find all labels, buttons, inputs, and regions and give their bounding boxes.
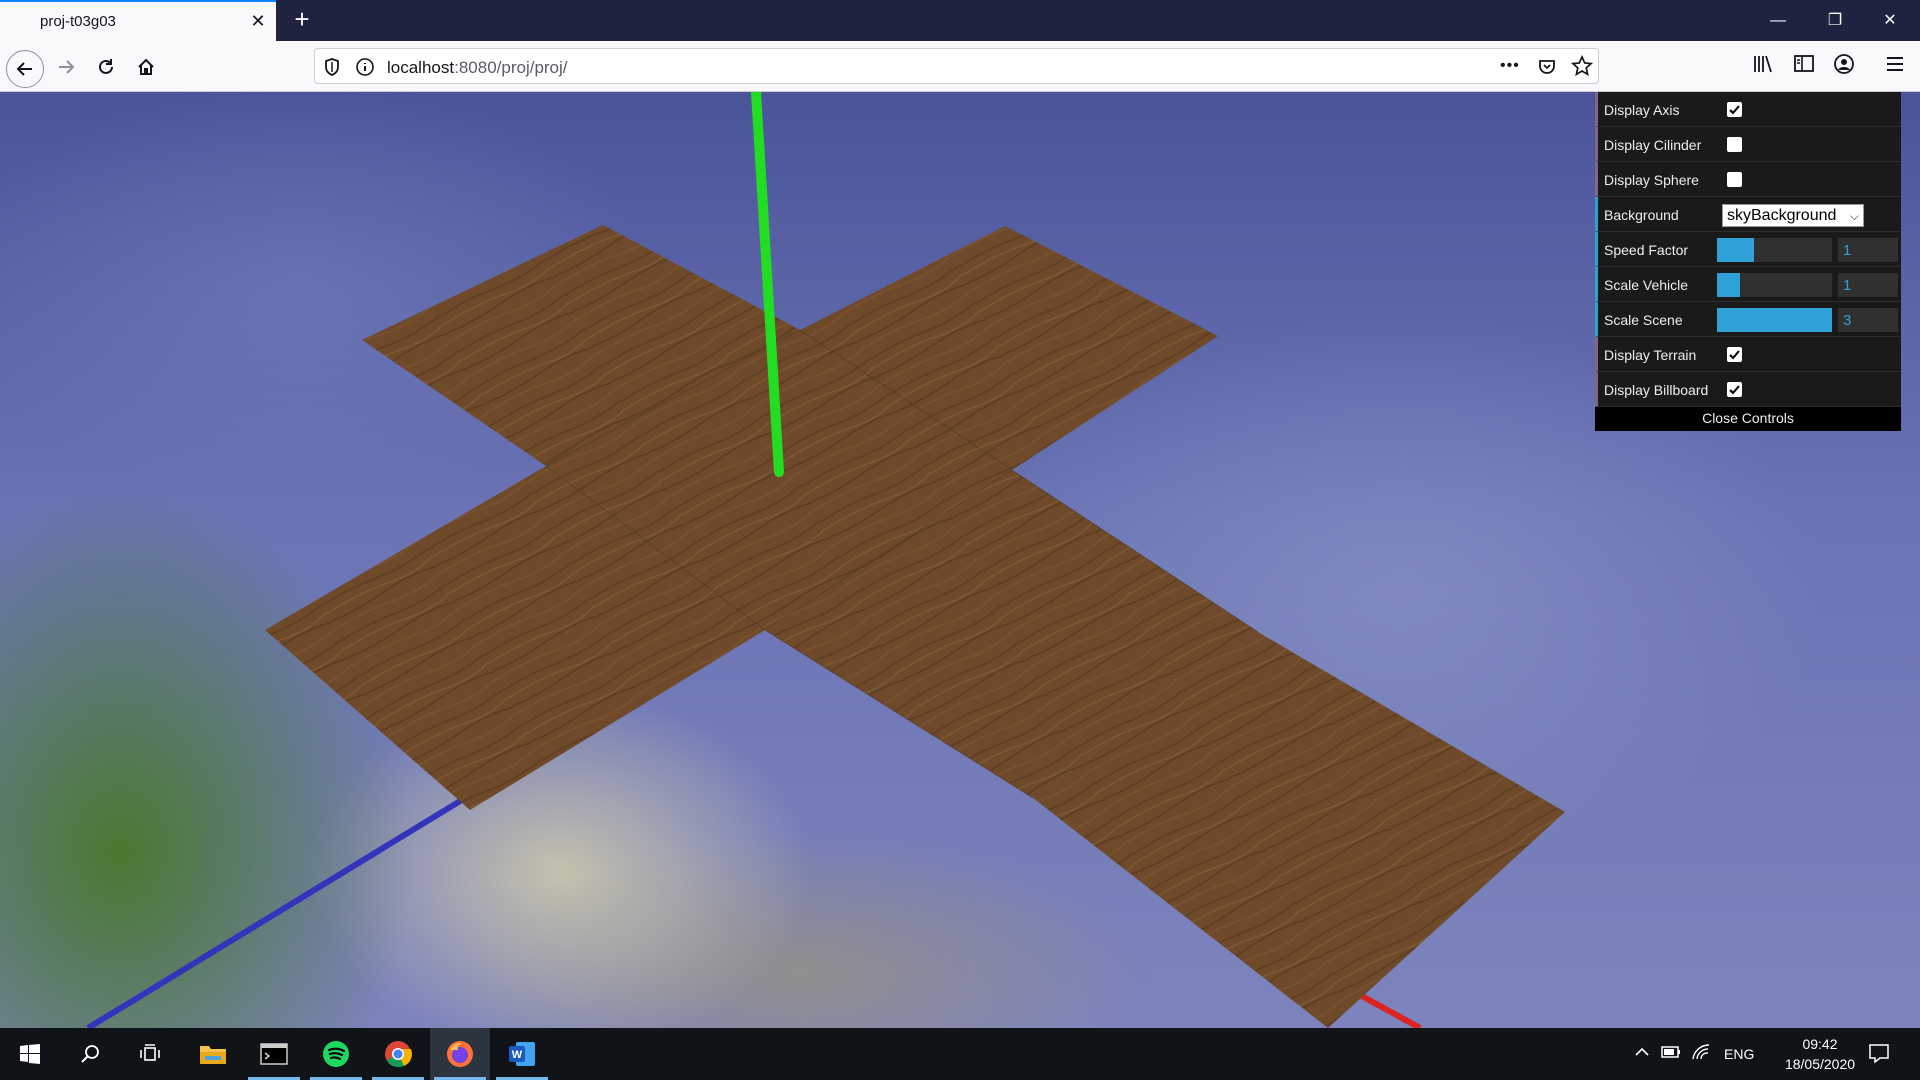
back-button[interactable] <box>6 50 44 88</box>
reload-icon <box>99 59 113 74</box>
windows-start-icon <box>20 1044 40 1064</box>
page-actions-icon[interactable]: ••• <box>1500 57 1520 75</box>
notification-icon[interactable] <box>1868 1042 1890 1064</box>
restore-window-button[interactable]: ❐ <box>1815 6 1855 36</box>
search-icon <box>81 1045 99 1063</box>
shield-icon[interactable] <box>323 57 341 77</box>
firefox-icon <box>447 1041 473 1067</box>
scale-vehicle-slider-fill <box>1717 273 1740 297</box>
scale-scene-slider-fill <box>1717 308 1832 332</box>
minimize-window-button[interactable]: — <box>1758 6 1798 36</box>
chrome-taskbar-item[interactable] <box>368 1028 428 1080</box>
url-bar[interactable]: localhost:8080/proj/proj/ ••• <box>314 48 1599 84</box>
search-button[interactable] <box>60 1028 120 1080</box>
library-icon[interactable] <box>1752 53 1774 75</box>
browser-tab[interactable]: proj-t03g03 ✕ <box>0 0 276 41</box>
terminal-icon <box>260 1043 288 1065</box>
background-label: Background <box>1604 207 1679 223</box>
language-indicator[interactable]: ENG <box>1724 1046 1754 1062</box>
display-billboard-label: Display Billboard <box>1604 382 1709 398</box>
clock-time[interactable]: 09:42 <box>1770 1036 1870 1052</box>
display-axis-label: Display Axis <box>1604 102 1680 118</box>
speed-factor-input[interactable]: 1 <box>1838 238 1898 262</box>
home-icon <box>138 58 154 75</box>
display-sphere-row[interactable]: Display Sphere <box>1595 162 1901 197</box>
new-tab-button[interactable]: + <box>287 4 317 35</box>
info-icon[interactable] <box>355 57 375 77</box>
checkmark-icon <box>1729 350 1740 360</box>
url-text: localhost:8080/proj/proj/ <box>387 58 568 78</box>
scale-scene-label: Scale Scene <box>1604 312 1683 328</box>
battery-icon[interactable] <box>1661 1044 1681 1060</box>
scale-scene-input[interactable]: 3 <box>1838 308 1898 332</box>
z-axis-line <box>86 792 472 1028</box>
home-button[interactable] <box>128 49 164 85</box>
display-billboard-row[interactable]: Display Billboard <box>1595 372 1901 407</box>
start-button[interactable] <box>0 1028 60 1080</box>
back-arrow-icon <box>16 62 32 76</box>
wifi-icon[interactable] <box>1691 1044 1711 1060</box>
display-sphere-label: Display Sphere <box>1604 172 1699 188</box>
spotify-icon <box>323 1041 349 1067</box>
windows-taskbar: W ENG 09:42 18/05/2020 <box>0 1028 1920 1080</box>
display-terrain-label: Display Terrain <box>1604 347 1697 363</box>
close-tab-icon[interactable]: ✕ <box>248 11 268 32</box>
checkmark-icon <box>1729 385 1740 395</box>
forward-arrow-icon <box>59 60 75 74</box>
clock-date[interactable]: 18/05/2020 <box>1770 1056 1870 1072</box>
task-view-icon <box>140 1044 160 1061</box>
background-row: Background skyBackground ⌵ <box>1595 197 1901 232</box>
display-axis-checkbox[interactable] <box>1727 102 1742 117</box>
speed-factor-slider[interactable] <box>1717 238 1832 262</box>
chevron-up-icon[interactable] <box>1634 1044 1650 1060</box>
background-selected-value: skyBackground <box>1727 207 1837 224</box>
display-cilinder-row[interactable]: Display Cilinder <box>1595 127 1901 162</box>
speed-factor-slider-fill <box>1717 238 1754 262</box>
display-cilinder-label: Display Cilinder <box>1604 137 1702 153</box>
forward-button[interactable] <box>48 49 84 85</box>
task-view-button[interactable] <box>120 1028 180 1080</box>
sidebar-icon[interactable] <box>1793 53 1815 75</box>
controls-panel: Display Axis Display Cilinder Display Sp… <box>1595 92 1901 431</box>
display-cilinder-checkbox[interactable] <box>1727 137 1742 152</box>
speed-factor-label: Speed Factor <box>1604 242 1689 258</box>
spotify-taskbar-item[interactable] <box>306 1028 366 1080</box>
scale-vehicle-row: Scale Vehicle 1 <box>1595 267 1901 302</box>
close-controls-button[interactable]: Close Controls <box>1595 407 1901 431</box>
file-explorer-icon <box>200 1046 226 1064</box>
tab-title: proj-t03g03 <box>40 13 116 30</box>
url-path: :8080/proj/proj/ <box>454 58 568 77</box>
speed-factor-row: Speed Factor 1 <box>1595 232 1901 267</box>
file-explorer-taskbar-item[interactable] <box>183 1028 243 1080</box>
menu-icon[interactable] <box>1884 53 1906 75</box>
scale-vehicle-label: Scale Vehicle <box>1604 277 1689 293</box>
display-billboard-checkbox[interactable] <box>1727 382 1742 397</box>
svg-text:W: W <box>512 1049 523 1061</box>
chevron-down-icon: ⌵ <box>1849 209 1859 223</box>
display-sphere-checkbox[interactable] <box>1727 172 1742 187</box>
tab-bar: proj-t03g03 ✕ + — ❐ ✕ <box>0 0 1920 41</box>
word-taskbar-item[interactable]: W <box>492 1028 552 1080</box>
chrome-icon <box>385 1041 412 1068</box>
account-icon[interactable] <box>1833 53 1855 75</box>
navigation-toolbar: localhost:8080/proj/proj/ ••• <box>0 41 1920 92</box>
x-axis-line <box>1358 992 1422 1028</box>
display-terrain-checkbox[interactable] <box>1727 347 1742 362</box>
scale-vehicle-slider[interactable] <box>1717 273 1832 297</box>
close-window-button[interactable]: ✕ <box>1870 6 1910 36</box>
scale-vehicle-input[interactable]: 1 <box>1838 273 1898 297</box>
url-host: localhost <box>387 58 455 77</box>
word-icon: W <box>509 1042 535 1066</box>
terminal-taskbar-item[interactable] <box>244 1028 304 1080</box>
display-axis-row[interactable]: Display Axis <box>1595 92 1901 127</box>
pocket-icon[interactable] <box>1537 57 1557 77</box>
scale-scene-row: Scale Scene 3 <box>1595 302 1901 337</box>
firefox-taskbar-item[interactable] <box>430 1028 490 1080</box>
background-select[interactable]: skyBackground ⌵ <box>1722 204 1864 227</box>
display-terrain-row[interactable]: Display Terrain <box>1595 337 1901 372</box>
checkmark-icon <box>1729 105 1740 115</box>
star-icon[interactable] <box>1571 55 1593 77</box>
scale-scene-slider[interactable] <box>1717 308 1832 332</box>
reload-button[interactable] <box>88 49 124 85</box>
